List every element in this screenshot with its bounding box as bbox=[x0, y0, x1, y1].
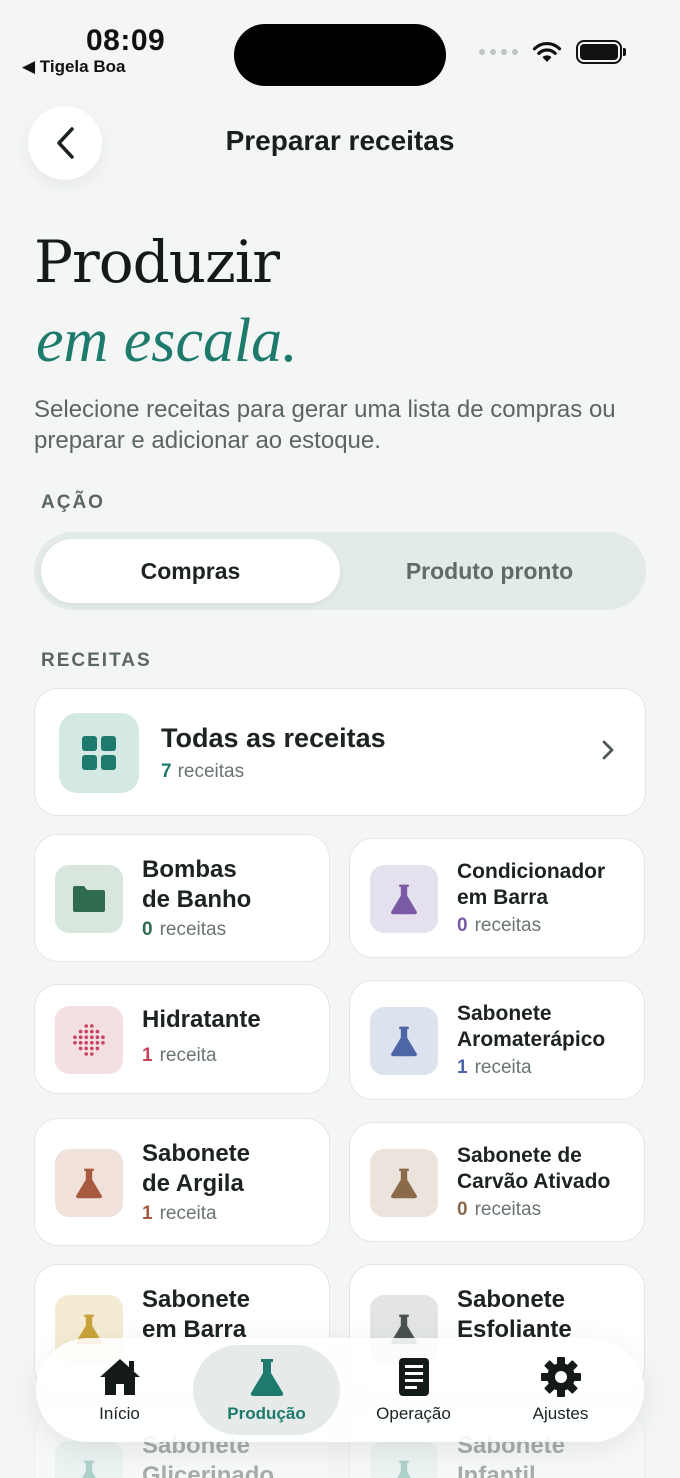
cellular-signal-icon bbox=[479, 49, 518, 55]
category-title: Bombas de Banho bbox=[142, 856, 252, 913]
segment-produto-pronto[interactable]: Produto pronto bbox=[340, 539, 639, 603]
category-count: 1 receita bbox=[142, 1203, 217, 1224]
tab-operacao[interactable]: Operação bbox=[340, 1345, 487, 1435]
status-time: 08:09 bbox=[86, 24, 166, 57]
tab-bar: Início Produção Operação Ajustes bbox=[36, 1338, 644, 1442]
category-title: Sabonete em Barra bbox=[142, 1286, 251, 1343]
recipes-section-label: RECEITAS bbox=[41, 650, 152, 671]
hero-title-accent: em escala. bbox=[36, 307, 298, 375]
category-card[interactable]: Sabonete de Argila 1 receita bbox=[34, 1118, 330, 1246]
chevron-right-icon bbox=[602, 740, 614, 760]
all-recipes-title: Todas as receitas bbox=[161, 723, 386, 753]
category-card[interactable]: Condicionador em Barra 0 receitas bbox=[349, 838, 645, 958]
category-title: Sabonete de Argila bbox=[142, 1140, 251, 1197]
tab-producao[interactable]: Produção bbox=[193, 1345, 340, 1435]
category-title: Sabonete de Carvão Ativado bbox=[457, 1144, 611, 1193]
folder-icon bbox=[55, 865, 123, 933]
flask-icon bbox=[55, 1441, 123, 1478]
tab-ajustes[interactable]: Ajustes bbox=[487, 1345, 634, 1435]
back-to-app-link[interactable]: ◀ Tigela Boa bbox=[22, 57, 125, 77]
hero-subtitle: Selecione receitas para gerar uma lista … bbox=[34, 396, 616, 454]
flask-icon bbox=[370, 1441, 438, 1478]
hero-title: Produzir bbox=[34, 228, 280, 296]
tab-inicio[interactable]: Início bbox=[46, 1345, 193, 1435]
dots-icon bbox=[55, 1006, 123, 1074]
flask-icon bbox=[55, 1149, 123, 1217]
category-title: Sabonete Aromaterápico bbox=[457, 1002, 606, 1051]
gear-icon bbox=[540, 1357, 581, 1397]
grid-icon bbox=[59, 713, 139, 793]
category-title: Hidratante bbox=[142, 1006, 261, 1033]
category-count: 1 receita bbox=[457, 1057, 532, 1078]
segment-compras[interactable]: Compras bbox=[41, 539, 340, 603]
category-card[interactable]: Sabonete de Carvão Ativado 0 receitas bbox=[349, 1122, 645, 1242]
dynamic-island bbox=[234, 24, 446, 86]
flask-icon bbox=[370, 1149, 438, 1217]
flask-icon bbox=[370, 1007, 438, 1075]
category-count: 0 receitas bbox=[457, 1199, 542, 1220]
flask-icon bbox=[370, 865, 438, 933]
category-count: 0 receitas bbox=[142, 919, 227, 940]
category-title: Sabonete Esfoliante bbox=[457, 1286, 572, 1343]
home-icon bbox=[99, 1359, 140, 1395]
all-recipes-count: 7 receitas bbox=[161, 761, 245, 782]
category-count: 1 receita bbox=[142, 1045, 217, 1066]
action-section-label: AÇÃO bbox=[41, 492, 105, 513]
wifi-icon bbox=[532, 41, 562, 62]
document-icon bbox=[398, 1358, 429, 1396]
status-indicators bbox=[479, 40, 626, 64]
nav-title: Preparar receitas bbox=[225, 125, 455, 156]
all-recipes-card[interactable]: Todas as receitas 7 receitas bbox=[34, 688, 646, 816]
category-count: 0 receitas bbox=[457, 915, 542, 936]
category-title: Condicionador em Barra bbox=[457, 860, 606, 909]
category-card[interactable]: Bombas de Banho 0 receitas bbox=[34, 834, 330, 962]
battery-icon bbox=[576, 40, 626, 64]
category-card[interactable]: Sabonete Aromaterápico 1 receita bbox=[349, 980, 645, 1100]
category-card[interactable]: Hidratante 1 receita bbox=[34, 984, 330, 1094]
flask-icon bbox=[250, 1359, 283, 1396]
action-segmented-control[interactable]: Compras Produto pronto bbox=[34, 532, 646, 610]
